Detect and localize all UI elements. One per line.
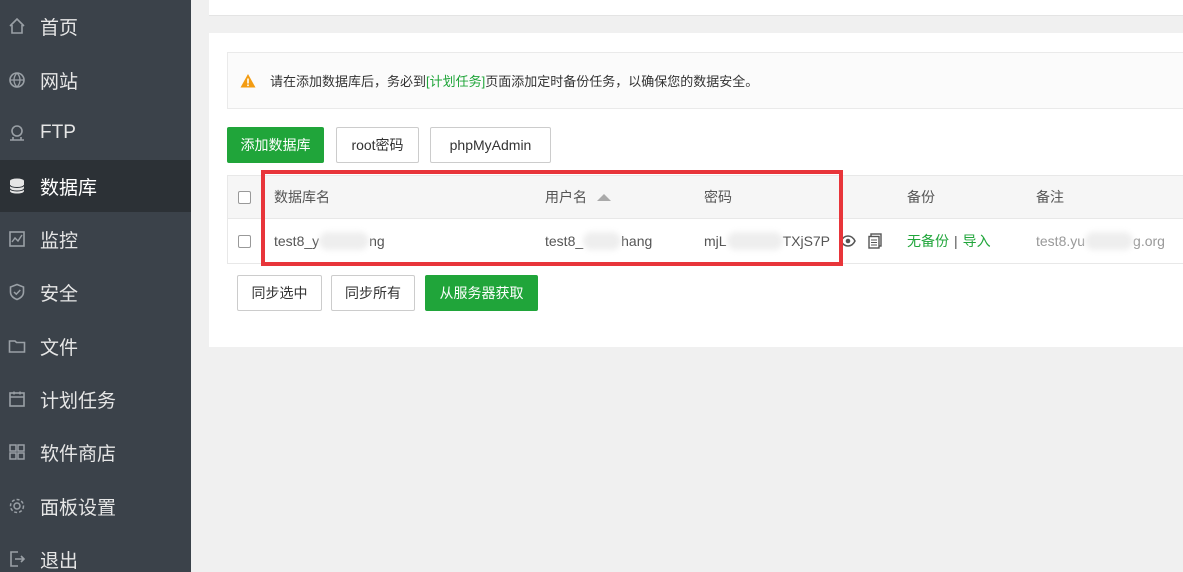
copy-password-icon[interactable] (867, 219, 883, 263)
folder-icon (8, 337, 26, 355)
sidebar-item-home[interactable]: 首页 (0, 0, 191, 52)
database-icon (8, 177, 26, 195)
sidebar-item-label: 网站 (40, 71, 79, 93)
alert-text-prefix: 请在添加数据库后，务必到 (270, 74, 427, 89)
sidebar-item-label: 计划任务 (40, 390, 117, 412)
sidebar-item-files[interactable]: 文件 (0, 320, 191, 372)
add-database-button[interactable]: 添加数据库 (227, 127, 324, 163)
sidebar-item-website[interactable]: 网站 (0, 54, 191, 106)
action-separator: | (954, 233, 958, 249)
sidebar-item-logout[interactable]: 退出 (0, 533, 191, 572)
backup-cell: 无备份 | 导入 (907, 219, 991, 263)
row-checkbox[interactable] (238, 234, 251, 248)
highlight-annotation-box (261, 170, 843, 266)
import-link[interactable]: 导入 (963, 231, 991, 251)
sync-selected-button[interactable]: 同步选中 (237, 275, 322, 311)
globe-icon (8, 71, 26, 89)
column-header-backup: 备份 (907, 189, 935, 205)
sync-all-button[interactable]: 同步所有 (331, 275, 415, 311)
sidebar-item-security[interactable]: 安全 (0, 266, 191, 318)
alert-text-suffix: 页面添加定时备份任务，以确保您的数据安全。 (485, 74, 759, 89)
select-all-checkbox[interactable] (238, 190, 251, 204)
phpmyadmin-button[interactable]: phpMyAdmin (430, 127, 551, 163)
note-start: test8.yu (1036, 233, 1086, 249)
logout-icon (8, 550, 26, 568)
sidebar-item-label: 首页 (40, 17, 79, 39)
ftp-icon (8, 124, 26, 142)
backup-status-link[interactable]: 无备份 (907, 231, 949, 251)
home-icon (8, 17, 26, 35)
sidebar: 首页 网站 FTP 数据库 监控 安全 文件 计划任务 软件商店 面板设置 退出 (0, 0, 191, 572)
sidebar-item-label: 退出 (40, 550, 79, 572)
warning-icon (240, 73, 256, 87)
sidebar-item-monitor[interactable]: 监控 (0, 213, 191, 265)
note-end: g.org (1133, 233, 1165, 249)
sidebar-item-label: 软件商店 (40, 443, 117, 465)
sidebar-item-label: FTP (40, 122, 76, 143)
sidebar-item-label: 监控 (40, 230, 79, 252)
root-password-button[interactable]: root密码 (336, 127, 419, 163)
sidebar-item-cron[interactable]: 计划任务 (0, 373, 191, 425)
grid-icon (8, 443, 26, 461)
sidebar-item-label: 数据库 (40, 177, 98, 199)
sidebar-item-store[interactable]: 软件商店 (0, 426, 191, 478)
backup-warning-alert: 请在添加数据库后，务必到 [计划任务] 页面添加定时备份任务，以确保您的数据安全。 (227, 52, 1183, 109)
top-card (209, 0, 1183, 16)
monitor-icon (8, 230, 26, 248)
shield-icon (8, 283, 26, 301)
sidebar-item-settings[interactable]: 面板设置 (0, 480, 191, 532)
note-cell[interactable]: test8.yu g.org (1036, 219, 1165, 263)
fetch-from-server-button[interactable]: 从服务器获取 (425, 275, 538, 311)
sidebar-item-database[interactable]: 数据库 (0, 160, 191, 212)
redacted-blur (1085, 232, 1134, 250)
calendar-icon (8, 390, 26, 408)
sidebar-item-ftp[interactable]: FTP (0, 107, 191, 159)
sidebar-item-label: 文件 (40, 337, 79, 359)
sidebar-item-label: 安全 (40, 283, 79, 305)
cron-task-link[interactable]: [计划任务] (426, 71, 485, 90)
gear-icon (8, 497, 26, 515)
column-header-note: 备注 (1036, 189, 1064, 205)
sidebar-item-label: 面板设置 (40, 497, 117, 519)
